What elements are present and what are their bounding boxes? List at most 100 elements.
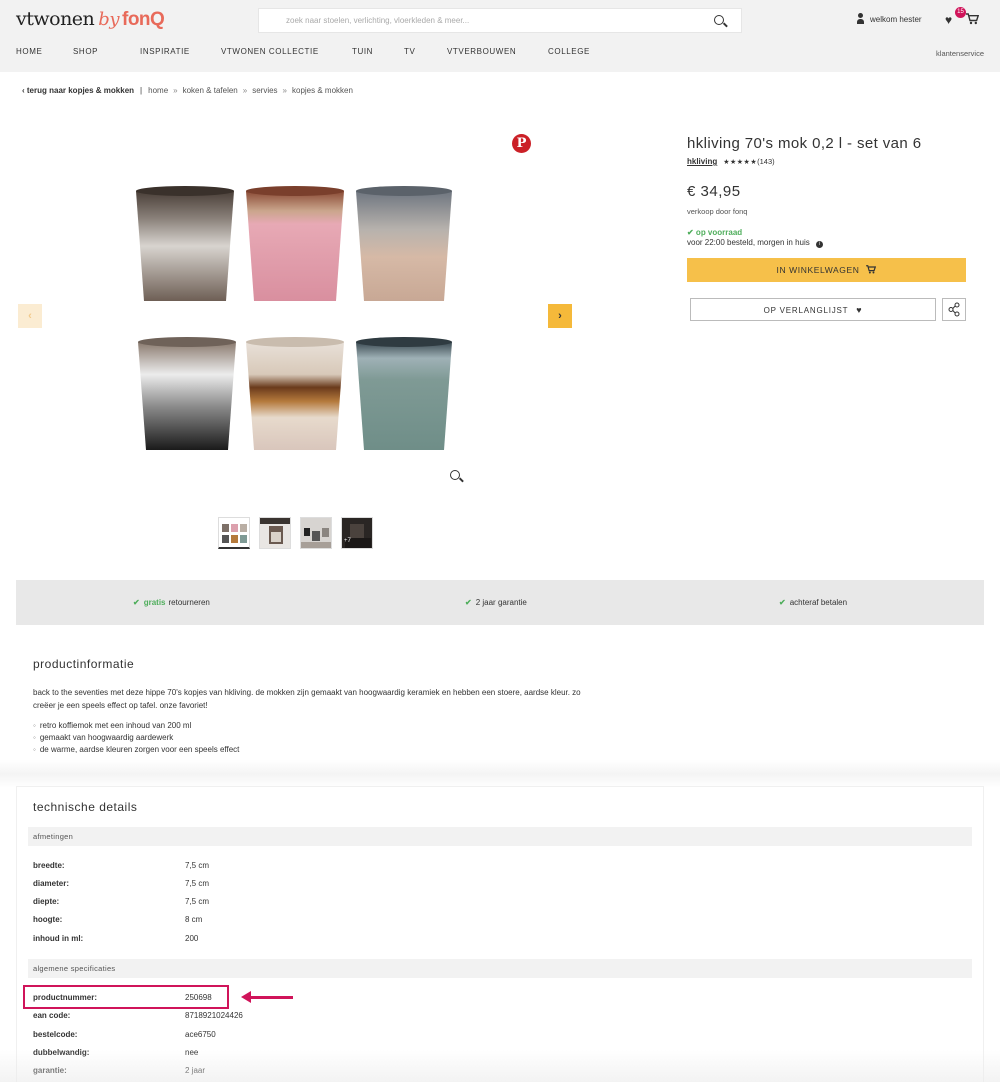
spec-value-hoogte: 8 cm [185, 915, 203, 924]
breadcrumb-koken[interactable]: koken & tafelen [183, 86, 238, 95]
usp-text: retourneren [168, 598, 210, 607]
product-main-image[interactable] [130, 185, 460, 460]
logo-fonq: fonQ [122, 9, 165, 30]
spec-label-diepte: diepte: [33, 897, 60, 906]
search-input[interactable] [259, 9, 699, 32]
nav-inspiratie[interactable]: INSPIRATIE [140, 47, 190, 56]
user-icon [857, 13, 864, 24]
spec-value-dubbelwandig: nee [185, 1048, 199, 1057]
spec-value-breedte: 7,5 cm [185, 861, 210, 870]
breadcrumb-separator: » [282, 86, 287, 95]
account-label: welkom hester [870, 15, 922, 24]
usp-free-returns: ✔ gratis retourneren [133, 598, 210, 607]
check-icon: ✔ [133, 598, 140, 607]
breadcrumb-separator: » [173, 86, 178, 95]
nav-shop[interactable]: SHOP [73, 47, 98, 56]
cup-5 [246, 337, 344, 450]
usp-pay-later: ✔ achteraf betalen [779, 598, 847, 607]
spec-label-inhoud: inhoud in ml: [33, 934, 84, 943]
spec-label-diameter: diameter: [33, 879, 70, 888]
spec-value-garantie: 2 jaar [185, 1066, 206, 1075]
cup-1 [136, 186, 234, 301]
spec-label-hoogte: hoogte: [33, 915, 63, 924]
rating-stars[interactable]: ★★★★★ [723, 159, 757, 166]
spec-value-bestelcode: ace6750 [185, 1030, 216, 1039]
delivery-info: voor 22:00 besteld, morgen in huis i [687, 238, 823, 248]
breadcrumb-separator: » [242, 86, 248, 95]
usp-warranty: ✔ 2 jaar garantie [465, 598, 527, 607]
stock-status: ✔ op voorraad [687, 228, 743, 237]
productinfo-heading: productinformatie [33, 657, 135, 671]
spec-value-inhoud: 200 [185, 934, 199, 943]
back-link-label: terug naar kopjes & mokken [26, 86, 135, 95]
breadcrumb: ‹ terug naar kopjes & mokken | home » koken … [22, 86, 353, 95]
general-specs-heading: algemene specificaties [28, 959, 972, 978]
cup-3 [356, 186, 452, 301]
breadcrumb-divider: | [140, 86, 143, 95]
spec-label-bestelcode: bestelcode: [33, 1030, 78, 1039]
spec-label-garantie: garantie: [33, 1066, 67, 1075]
usp-highlight: gratis [143, 598, 166, 607]
breadcrumb-kopjes[interactable]: kopjes & mokken [292, 86, 353, 95]
heart-icon[interactable]: ♥ [945, 14, 952, 26]
nav-tv[interactable]: TV [404, 47, 415, 56]
spec-value-diameter: 7,5 cm [185, 879, 210, 888]
technical-heading: technische details [33, 800, 138, 814]
product-description: back to the seventies met deze hippe 70'… [33, 688, 581, 710]
brand-rating-line: hkliving ★★★★★(143) [687, 157, 775, 166]
nav-tuin[interactable]: TUIN [352, 47, 373, 56]
breadcrumb-home[interactable]: home [148, 86, 168, 95]
gallery-next-button[interactable]: › [548, 304, 572, 328]
annotation-arrow [241, 991, 293, 1003]
gallery-prev-button[interactable]: ‹ [18, 304, 42, 328]
thumbnail-1[interactable] [218, 517, 250, 549]
add-to-wishlist-button[interactable]: OP VERLANGLIJST ♥ [690, 298, 936, 321]
thumbnail-more-count: +7 [344, 538, 351, 544]
nav-vtverbouwen[interactable]: VTVERBOUWEN [447, 47, 516, 56]
logo-vtwonen: vtwonen [16, 8, 95, 30]
nav-college[interactable]: COLLEGE [548, 47, 590, 56]
share-button[interactable] [942, 298, 966, 321]
wishlist-label: OP VERLANGLIJST [763, 305, 849, 315]
cup-6 [356, 337, 452, 450]
back-link[interactable]: ‹ terug naar kopjes & mokken [22, 86, 134, 95]
zoom-icon[interactable] [450, 470, 460, 480]
heart-icon: ♥ [856, 304, 863, 315]
breadcrumb-servies[interactable]: servies [252, 86, 277, 95]
list-item: retro koffiemok met een inhoud van 200 m… [33, 720, 239, 732]
customer-service-link[interactable]: klantenservice [936, 49, 984, 58]
nav-vtwonen-collectie[interactable]: VTWONEN COLLECTIE [221, 47, 319, 56]
nav-home[interactable]: HOME [16, 47, 42, 56]
cup-2 [246, 186, 344, 301]
site-logo[interactable]: vtwonen by fonQ [16, 8, 165, 31]
delivery-text: voor 22:00 besteld, morgen in huis [687, 238, 810, 247]
add-to-cart-button[interactable]: IN WINKELWAGEN [687, 258, 966, 282]
usp-text: 2 jaar garantie [475, 598, 527, 607]
seller-info: verkoop door fonq [687, 207, 748, 216]
list-item: de warme, aardse kleuren zorgen voor een… [33, 744, 240, 756]
product-price: € 34,95 [687, 183, 741, 200]
spec-value-ean: 8718921024426 [185, 1011, 243, 1020]
review-count[interactable]: (143) [757, 157, 775, 166]
thumbnail-3[interactable] [300, 517, 332, 549]
thumbnail-2[interactable] [259, 517, 291, 549]
check-icon: ✔ [779, 598, 786, 607]
share-icon [948, 302, 960, 317]
check-icon: ✔ [465, 598, 472, 607]
account-link[interactable]: welkom hester [857, 13, 922, 24]
spec-value-diepte: 7,5 cm [185, 897, 210, 906]
cart-icon[interactable] [966, 13, 980, 27]
feature-list: retro koffiemok met een inhoud van 200 m… [33, 720, 240, 756]
add-to-cart-label: IN WINKELWAGEN [776, 265, 860, 275]
section-divider [0, 760, 1000, 788]
brand-link[interactable]: hkliving [687, 157, 717, 166]
main-nav: HOME SHOP INSPIRATIE VTWONEN COLLECTIE T… [0, 47, 1000, 61]
spec-label-dubbelwandig: dubbelwandig: [33, 1048, 90, 1057]
spec-label-breedte: breedte: [33, 861, 65, 870]
pinterest-icon[interactable]: P [512, 134, 531, 153]
spec-label-ean: ean code: [33, 1011, 71, 1020]
info-icon[interactable]: i [815, 241, 823, 248]
site-header: vtwonenbyfonQ welkom hester ♥ 15 HOME SH… [0, 0, 1000, 72]
search-icon[interactable] [714, 15, 724, 25]
thumbnail-4[interactable]: +7 [341, 517, 373, 549]
